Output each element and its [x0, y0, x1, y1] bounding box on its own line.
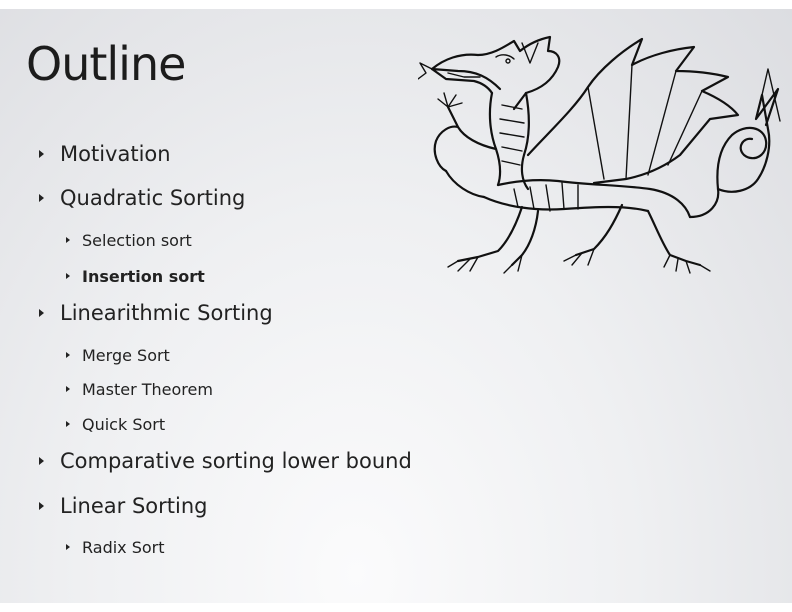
bullet-arrow-icon: [66, 273, 70, 279]
welsh-dragon-icon: [418, 35, 781, 274]
bullet-motivation: Motivation: [39, 140, 171, 168]
bullet-label: Linearithmic Sorting: [60, 301, 273, 325]
bullet-label: Selection sort: [82, 230, 192, 250]
slide-title: Outline: [26, 37, 186, 91]
bullet-arrow-icon: [39, 150, 44, 158]
bullet-label: Radix Sort: [82, 537, 165, 557]
subbullet-selection-sort: Selection sort: [66, 229, 192, 251]
bullet-arrow-icon: [39, 309, 44, 317]
bullet-label: Quick Sort: [82, 414, 166, 434]
bullet-arrow-icon: [39, 502, 44, 510]
bullet-arrow-icon: [66, 237, 70, 243]
bullet-arrow-icon: [66, 386, 70, 392]
bullet-comparative-sorting-lower-bound: Comparative sorting lower bound: [39, 447, 412, 475]
bullet-linearithmic-sorting: Linearithmic Sorting: [39, 299, 273, 327]
subbullet-quick-sort: Quick Sort: [66, 413, 165, 435]
bullet-label: Linear Sorting: [60, 494, 208, 518]
bullet-arrow-icon: [66, 544, 70, 550]
subbullet-radix-sort: Radix Sort: [66, 536, 165, 558]
bullet-arrow-icon: [66, 352, 70, 358]
subbullet-merge-sort: Merge Sort: [66, 344, 170, 366]
slide: Outline Motivation Quadratic Sorting Sel…: [0, 9, 792, 603]
subbullet-master-theorem: Master Theorem: [66, 378, 213, 400]
bullet-label: Motivation: [60, 142, 171, 166]
bullet-arrow-icon: [39, 457, 44, 465]
subbullet-insertion-sort: Insertion sort: [66, 265, 205, 287]
bullet-linear-sorting: Linear Sorting: [39, 492, 207, 520]
bullet-label: Master Theorem: [82, 379, 213, 399]
bullet-quadratic-sorting: Quadratic Sorting: [39, 184, 245, 212]
bullet-label: Insertion sort: [82, 266, 205, 286]
bullet-arrow-icon: [39, 194, 44, 202]
bullet-label: Quadratic Sorting: [60, 186, 246, 210]
bullet-arrow-icon: [66, 421, 70, 427]
bullet-label: Comparative sorting lower bound: [60, 449, 412, 473]
bullet-label: Merge Sort: [82, 345, 170, 365]
